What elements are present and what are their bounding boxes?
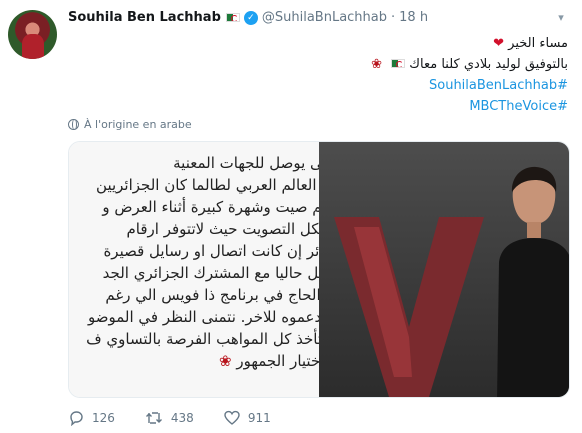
like-icon [224, 410, 240, 425]
image-text-line: جزائر إن كانت اتصال او رسايل قصيرة [103, 242, 319, 260]
heart-emoji-icon: ❤ [493, 36, 505, 51]
like-count: 911 [247, 411, 271, 425]
reply-icon [70, 411, 83, 426]
person-photo [497, 166, 569, 397]
rose-emoji-icon: ❀ [371, 57, 383, 72]
globe-icon [68, 119, 79, 130]
hashtag-link[interactable]: #MBCTheVoice [68, 96, 568, 117]
image-text-line: ...نى يوصل للجهات المعنية [173, 154, 319, 172]
separator: · [391, 10, 396, 25]
image-text-line: ح ندعموه للاخر. نتمنى النظر في الموضو [88, 308, 319, 326]
reply-button[interactable]: 126 [68, 410, 115, 426]
algeria-flag-icon [391, 59, 406, 68]
hashtag-link[interactable]: #SouhilaBenLachhab [68, 75, 568, 96]
tweet-text-line: بالتوفيق لوليد بلادي كلنا معاك ❀ [371, 57, 568, 72]
tweet-text: مساء الخير ❤ بالتوفيق لوليد بلادي كلنا م… [68, 33, 568, 117]
avatar[interactable] [8, 10, 57, 59]
algeria-flag-icon [225, 13, 240, 22]
tweet-actions: 126 438 911 [68, 410, 301, 426]
translate-label: À l'origine en arabe [84, 118, 192, 131]
tweet-text-line: مساء الخير ❤ [493, 36, 568, 51]
tweet-header: Souhila Ben Lachhab ✓ @SuhilaBnLachhab ·… [68, 10, 428, 25]
retweet-icon [145, 412, 162, 424]
the-voice-logo [334, 217, 484, 397]
author-name[interactable]: Souhila Ben Lachhab [68, 10, 221, 25]
tweet-media[interactable]: ...نى يوصل للجهات المعنية في العالم العر… [68, 141, 570, 398]
rose-emoji-icon: ❀ [218, 352, 232, 370]
image-text-line: ر باختيار الجمهور ❀ [218, 352, 319, 370]
photo-image[interactable] [319, 142, 569, 397]
image-text-line: في العالم العربي لطالما كان الجزائريين [96, 176, 319, 194]
image-text-line: ولهم صيت وشهرة كبيرة أثناء العرض و [102, 198, 319, 216]
tweet: Souhila Ben Lachhab ✓ @SuhilaBnLachhab ·… [0, 0, 582, 433]
timestamp[interactable]: 18 h [399, 10, 428, 25]
author-handle[interactable]: @SuhilaBnLachhab [262, 10, 387, 25]
image-text-line: م لتأخذ كل المواهب الفرصة بالتساوي ف [86, 330, 319, 348]
verified-icon: ✓ [243, 10, 258, 25]
retweet-count: 438 [170, 411, 194, 425]
text-image[interactable]: ...نى يوصل للجهات المعنية في العالم العر… [69, 142, 319, 397]
retweet-button[interactable]: 438 [145, 410, 194, 426]
image-text-line: حصل حاليا مع المشترك الجزائري الجد [102, 264, 319, 282]
image-text-line: مشكل التصويت حيث لاتتوفر ارقام [126, 220, 319, 238]
like-button[interactable]: 911 [224, 410, 271, 426]
chevron-down-icon[interactable]: ▾ [554, 11, 568, 25]
reply-count: 126 [92, 411, 115, 425]
image-text-line: بن الحاج في برنامج ذا فويس الي رغم [105, 286, 319, 304]
translate-indicator[interactable]: À l'origine en arabe [68, 118, 192, 131]
